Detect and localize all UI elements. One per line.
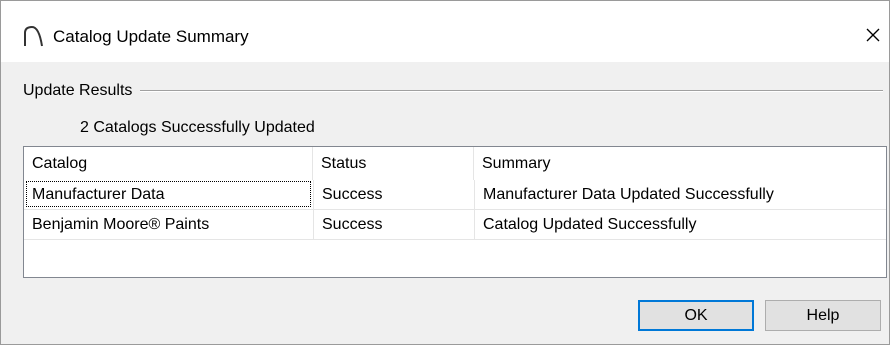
row-divider [24, 239, 886, 240]
close-icon [865, 27, 881, 43]
ok-button[interactable]: OK [638, 300, 754, 331]
cell-summary: Catalog Updated Successfully [474, 210, 886, 239]
update-count-text: 2 Catalogs Successfully Updated [80, 119, 315, 136]
column-header-summary[interactable]: Summary [474, 147, 886, 180]
column-header-catalog[interactable]: Catalog [24, 147, 313, 180]
group-divider [23, 90, 883, 92]
arch-icon [22, 25, 44, 47]
column-header-status[interactable]: Status [313, 147, 474, 180]
title-bar[interactable]: Catalog Update Summary [1, 1, 889, 62]
table-row[interactable]: Manufacturer Data Success Manufacturer D… [24, 180, 886, 209]
cell-status: Success [313, 210, 474, 239]
cell-catalog: Manufacturer Data [32, 186, 165, 203]
cell-catalog: Benjamin Moore® Paints [32, 216, 210, 233]
catalog-update-summary-dialog: Catalog Update Summary Update Results 2 … [0, 0, 890, 345]
results-list[interactable]: Catalog Status Summary Manufacturer Data… [23, 146, 887, 278]
window-title: Catalog Update Summary [53, 27, 249, 46]
cell-status: Success [313, 180, 474, 209]
list-header: Catalog Status Summary [24, 147, 886, 180]
help-button[interactable]: Help [765, 300, 881, 331]
cell-summary: Manufacturer Data Updated Successfully [474, 180, 886, 209]
table-row[interactable]: Benjamin Moore® Paints Success Catalog U… [24, 210, 886, 239]
close-button[interactable] [857, 15, 889, 55]
group-label: Update Results [23, 81, 141, 101]
